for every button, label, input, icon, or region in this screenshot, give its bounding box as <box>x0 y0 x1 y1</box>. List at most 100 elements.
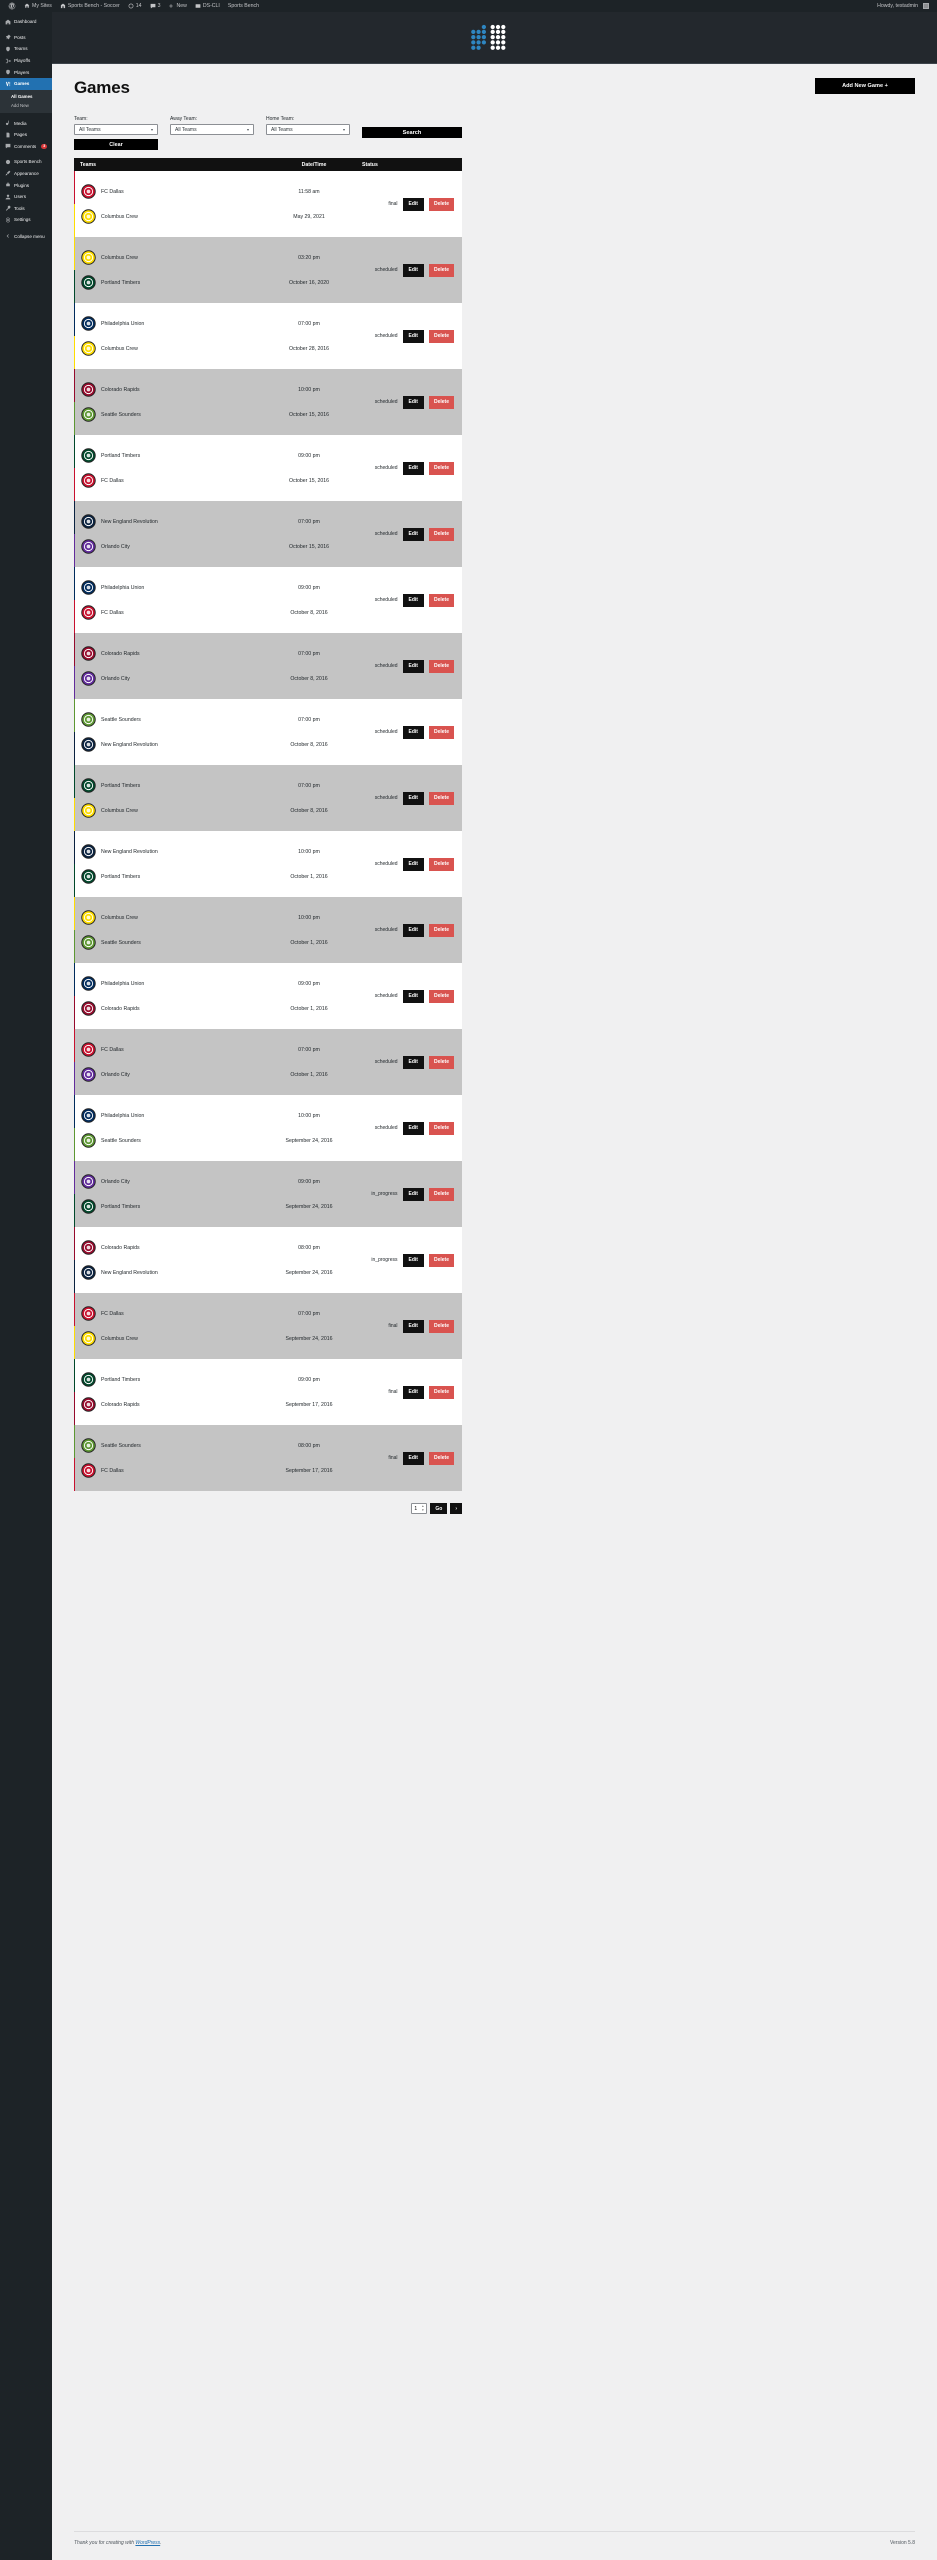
sidebar-item-posts[interactable]: Posts <box>0 32 52 44</box>
sidebar-item-pages[interactable]: Pages <box>0 129 52 141</box>
edit-button[interactable]: Edit <box>402 989 424 1003</box>
away-team: Colorado Rapids <box>81 379 261 401</box>
edit-button[interactable]: Edit <box>402 329 424 343</box>
sidebar-item-dashboard[interactable]: Dashboard <box>0 16 52 28</box>
cell-datetime: 10:00 pm October 1, 2016 <box>261 897 357 963</box>
edit-button[interactable]: Edit <box>402 1187 424 1201</box>
delete-button[interactable]: Delete <box>428 1187 454 1201</box>
sidebar-item-tools[interactable]: Tools <box>0 202 52 214</box>
admin-bar-ds-cli-label: DS-CLI <box>202 3 220 9</box>
home-team-name: Columbus Crew <box>101 807 138 814</box>
columbus-crew-crest-icon <box>81 341 96 356</box>
stepper-arrows-icon[interactable]: ▲ ▼ <box>421 1505 424 1512</box>
admin-bar-item-updates[interactable]: 14 <box>124 0 146 12</box>
delete-button[interactable]: Delete <box>428 527 454 541</box>
delete-button[interactable]: Delete <box>428 1055 454 1069</box>
sidebar-item-sports-bench[interactable]: Sports Bench <box>0 156 52 168</box>
edit-button[interactable]: Edit <box>402 1319 424 1333</box>
edit-button[interactable]: Edit <box>402 1451 424 1465</box>
edit-button[interactable]: Edit <box>402 659 424 673</box>
admin-bar-item-sports-bench[interactable]: Sports Bench <box>224 0 263 12</box>
edit-button[interactable]: Edit <box>402 461 424 475</box>
sidebar-subitem-all-games[interactable]: All Games <box>0 92 52 101</box>
edit-button[interactable]: Edit <box>402 857 424 871</box>
delete-button[interactable]: Delete <box>428 263 454 277</box>
edit-button[interactable]: Edit <box>402 263 424 277</box>
delete-button[interactable]: Delete <box>428 989 454 1003</box>
edit-button[interactable]: Edit <box>402 197 424 211</box>
away-team: Columbus Crew <box>81 907 261 929</box>
edit-button[interactable]: Edit <box>402 1253 424 1267</box>
admin-bar-item-site-name[interactable]: Sports Bench - Soccer <box>56 0 124 12</box>
sidebar-item-settings[interactable]: Settings <box>0 214 52 226</box>
delete-button[interactable]: Delete <box>428 461 454 475</box>
delete-button[interactable]: Delete <box>428 1319 454 1333</box>
add-new-game-button[interactable]: Add New Game + <box>815 78 915 94</box>
delete-button[interactable]: Delete <box>428 791 454 805</box>
away-team-name: Philadelphia Union <box>101 320 145 327</box>
table-row: New England Revolution Portland Timbers 10… <box>73 831 462 897</box>
admin-bar-item-comments[interactable]: 3 <box>146 0 165 12</box>
edit-button[interactable]: Edit <box>402 725 424 739</box>
away-team-select[interactable]: All Teams ▾ <box>170 124 254 135</box>
edit-button[interactable]: Edit <box>402 1055 424 1069</box>
delete-button[interactable]: Delete <box>428 857 454 871</box>
sidebar-item-appearance[interactable]: Appearance <box>0 168 52 180</box>
sidebar-item-plugins[interactable]: Plugins <box>0 179 52 191</box>
admin-bar-account[interactable]: Howdy, testadmin <box>873 0 933 12</box>
sidebar-item-players[interactable]: Players <box>0 66 52 78</box>
home-team-name: Orlando City <box>101 1071 130 1078</box>
sidebar-item-teams[interactable]: Teams <box>0 43 52 55</box>
status-badge: scheduled <box>374 531 398 537</box>
delete-button[interactable]: Delete <box>428 1385 454 1399</box>
cell-status: scheduled Edit Delete <box>357 237 462 303</box>
next-page-button[interactable]: › <box>450 1503 462 1514</box>
admin-bar-item-ds-cli[interactable]: DS-CLI <box>191 0 224 12</box>
search-button[interactable]: Search <box>362 127 462 138</box>
sidebar-item-media[interactable]: Media <box>0 117 52 129</box>
sidebar-item-label: Comments <box>14 143 37 149</box>
delete-button[interactable]: Delete <box>428 395 454 409</box>
delete-button[interactable]: Delete <box>428 1253 454 1267</box>
team-select-value: All Teams <box>79 126 101 133</box>
go-button[interactable]: Go <box>430 1503 448 1514</box>
admin-bar-item-my-sites[interactable]: My Sites <box>20 0 56 12</box>
admin-bar-item-new[interactable]: New <box>164 0 190 12</box>
sidebar-item-playoffs[interactable]: Playoffs <box>0 55 52 67</box>
delete-button[interactable]: Delete <box>428 593 454 607</box>
new-england-revolution-crest-icon <box>81 514 96 529</box>
sidebar-item-users[interactable]: Users <box>0 191 52 203</box>
edit-button[interactable]: Edit <box>402 395 424 409</box>
edit-button[interactable]: Edit <box>402 1385 424 1399</box>
delete-button[interactable]: Delete <box>428 1121 454 1135</box>
edit-button[interactable]: Edit <box>402 791 424 805</box>
team-color-stripe <box>73 1095 75 1161</box>
delete-button[interactable]: Delete <box>428 725 454 739</box>
wordpress-link[interactable]: WordPress <box>135 2540 160 2546</box>
sidebar-subitem-add-new[interactable]: Add New <box>0 101 52 110</box>
admin-bar-updates-count: 14 <box>135 3 142 9</box>
edit-button[interactable]: Edit <box>402 593 424 607</box>
admin-bar-sports-bench-label: Sports Bench <box>227 3 260 9</box>
status-badge: final <box>388 1389 398 1395</box>
delete-button[interactable]: Delete <box>428 197 454 211</box>
delete-button[interactable]: Delete <box>428 659 454 673</box>
sidebar-collapse-menu[interactable]: Collapse menu <box>0 231 52 243</box>
team-select[interactable]: All Teams ▾ <box>74 124 158 135</box>
home-team-select[interactable]: All Teams ▾ <box>266 124 350 135</box>
edit-button[interactable]: Edit <box>402 923 424 937</box>
status-badge: scheduled <box>374 861 398 867</box>
home-team-name: FC Dallas <box>101 477 124 484</box>
delete-button[interactable]: Delete <box>428 1451 454 1465</box>
edit-button[interactable]: Edit <box>402 1121 424 1135</box>
admin-bar-item-wordpress-logo[interactable] <box>4 0 20 12</box>
new-england-revolution-crest-icon <box>81 1265 96 1280</box>
page-number-input[interactable]: 1 ▲ ▼ <box>411 1503 428 1514</box>
sidebar-item-games[interactable]: Games <box>0 77 56 90</box>
clear-button[interactable]: Clear <box>74 139 158 150</box>
delete-button[interactable]: Delete <box>428 329 454 343</box>
delete-button[interactable]: Delete <box>428 923 454 937</box>
sidebar-item-comments[interactable]: Comments 3 <box>0 141 52 153</box>
game-time: 08:00 pm <box>298 1442 320 1449</box>
edit-button[interactable]: Edit <box>402 527 424 541</box>
